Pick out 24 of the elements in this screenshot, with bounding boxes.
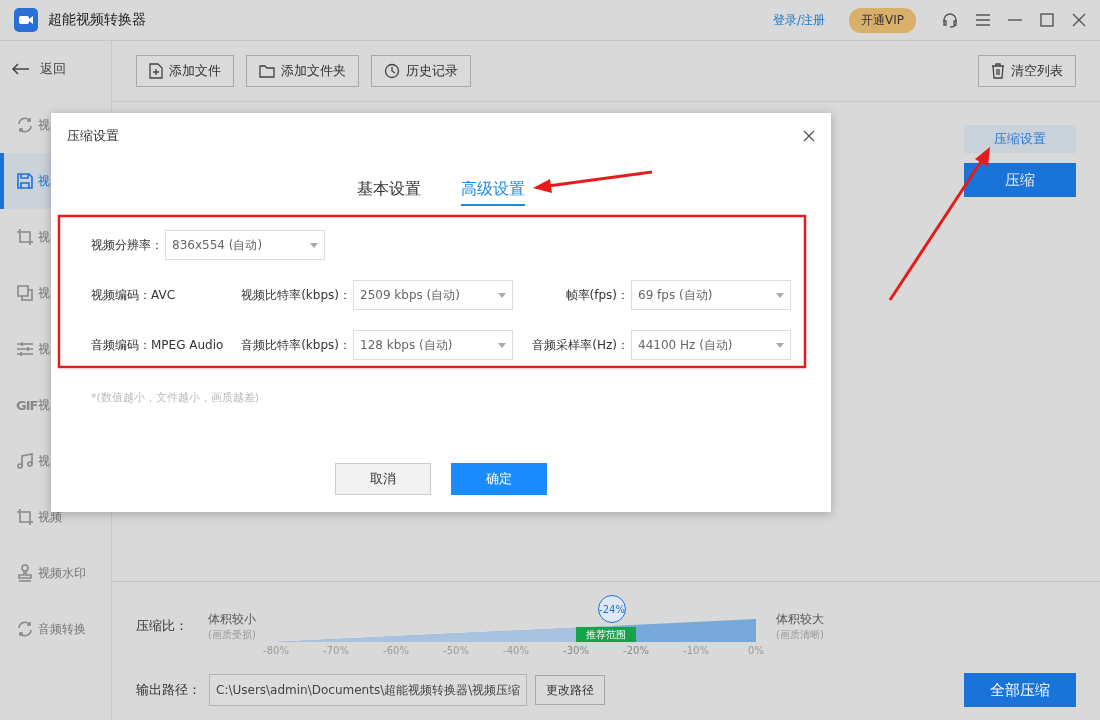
codec-label: 视频编码：AVC: [91, 286, 176, 304]
field-label: 音频采样率(Hz)：: [532, 336, 629, 354]
codec-label: 音频编码：MPEG Audio: [91, 336, 224, 354]
tick-label: -60%: [383, 645, 409, 656]
recommended-range: 推荐范围: [576, 627, 636, 642]
output-path-label: 输出路径：: [136, 681, 201, 699]
tick-label: -10%: [683, 645, 709, 656]
dialog-title: 压缩设置: [67, 127, 119, 145]
larger-size-label: 体积较大: [776, 610, 824, 628]
tick-label: -50%: [443, 645, 469, 656]
field-label: 视频分辨率：: [91, 236, 163, 254]
tick-label: -80%: [263, 645, 289, 656]
hint-text: *(数值越小，文件越小，画质越差): [91, 390, 261, 405]
field-label: 帧率(fps)：: [565, 286, 629, 304]
tick-label: -30%: [563, 645, 589, 656]
ratio-label: 压缩比：: [136, 617, 188, 635]
tick-label: 0%: [748, 645, 764, 656]
window-title: 超能视频转换器: [48, 11, 146, 29]
field-label: 音频比特率(kbps)：: [241, 336, 351, 354]
tick-label: -70%: [323, 645, 349, 656]
field-label: 视频比特率(kbps)：: [241, 286, 351, 304]
tick-label: -20%: [623, 645, 649, 656]
tick-label: -40%: [503, 645, 529, 656]
smaller-size-label: 体积较小: [208, 610, 256, 628]
